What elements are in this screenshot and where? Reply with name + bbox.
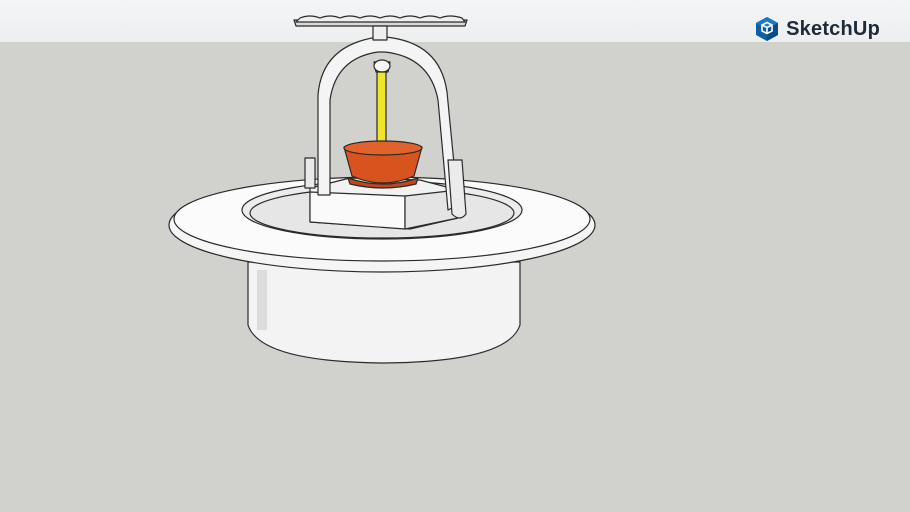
sprinkler-load-screw xyxy=(373,59,391,73)
sketchup-brand[interactable]: SketchUp xyxy=(754,15,880,43)
sprinkler-skirt xyxy=(247,261,521,364)
sprinkler-deflector xyxy=(293,15,468,41)
brand-name: SketchUp xyxy=(786,17,880,40)
orange-bulb-cup xyxy=(343,140,423,189)
sprinkler-model[interactable] xyxy=(168,15,596,364)
glass-bulb-tube xyxy=(376,71,387,153)
3d-viewport[interactable] xyxy=(0,0,910,512)
sketchup-cube-icon xyxy=(756,17,779,41)
